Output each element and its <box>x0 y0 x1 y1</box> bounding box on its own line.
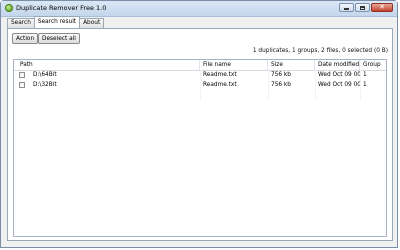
window-title: Duplicate Remover Free 1.0 <box>16 4 107 12</box>
table-row[interactable]: D:\32Bit Readme.txt 756 kb Wed Oct 09 00… <box>14 81 386 90</box>
tab-bar: Search Search result About <box>7 16 105 28</box>
maximize-button[interactable] <box>355 3 370 12</box>
app-window: Duplicate Remover Free 1.0 ✕ Search Sear… <box>0 0 398 248</box>
file-name-cell: Readme.txt <box>203 72 237 78</box>
column-header-group[interactable]: Group <box>360 60 386 70</box>
app-icon <box>5 4 13 12</box>
column-header-file-name[interactable]: File name <box>200 60 268 70</box>
results-table[interactable]: Path File name Size Date modified Group … <box>13 59 387 237</box>
deselect-all-button[interactable]: Deselect all <box>38 33 80 44</box>
column-header-path[interactable]: Path <box>14 60 200 70</box>
tab-about[interactable]: About <box>79 18 105 28</box>
size-cell: 756 kb <box>271 82 291 88</box>
maximize-icon <box>360 5 365 10</box>
column-header-size[interactable]: Size <box>268 60 315 70</box>
search-result-panel: Action Deselect all 1 duplicates, 1 grou… <box>7 28 393 241</box>
group-cell: 1 <box>363 72 367 78</box>
tab-search-result[interactable]: Search result <box>33 16 81 28</box>
row-checkbox[interactable] <box>19 72 25 78</box>
action-button[interactable]: Action <box>12 33 39 44</box>
date-modified-cell: Wed Oct 09 00:... <box>318 72 360 78</box>
group-cell: 1 <box>363 82 367 88</box>
table-row[interactable]: D:\64Bit Readme.txt 756 kb Wed Oct 09 00… <box>14 71 386 80</box>
result-summary: 1 duplicates, 1 groups, 2 files, 0 selec… <box>252 48 388 54</box>
close-icon: ✕ <box>379 3 385 11</box>
window-controls: ✕ <box>338 3 393 13</box>
minimize-button[interactable] <box>339 3 354 12</box>
close-button[interactable]: ✕ <box>371 3 393 12</box>
size-cell: 756 kb <box>271 72 291 78</box>
tab-search[interactable]: Search <box>7 18 35 28</box>
file-name-cell: Readme.txt <box>203 82 237 88</box>
path-cell: D:\32Bit <box>33 82 57 88</box>
title-bar: Duplicate Remover Free 1.0 ✕ <box>1 1 397 17</box>
minimize-icon <box>344 8 349 10</box>
date-modified-cell: Wed Oct 09 00:... <box>318 82 360 88</box>
path-cell: D:\64Bit <box>33 72 57 78</box>
column-header-date-modified[interactable]: Date modified <box>315 60 360 70</box>
row-checkbox[interactable] <box>19 82 25 88</box>
